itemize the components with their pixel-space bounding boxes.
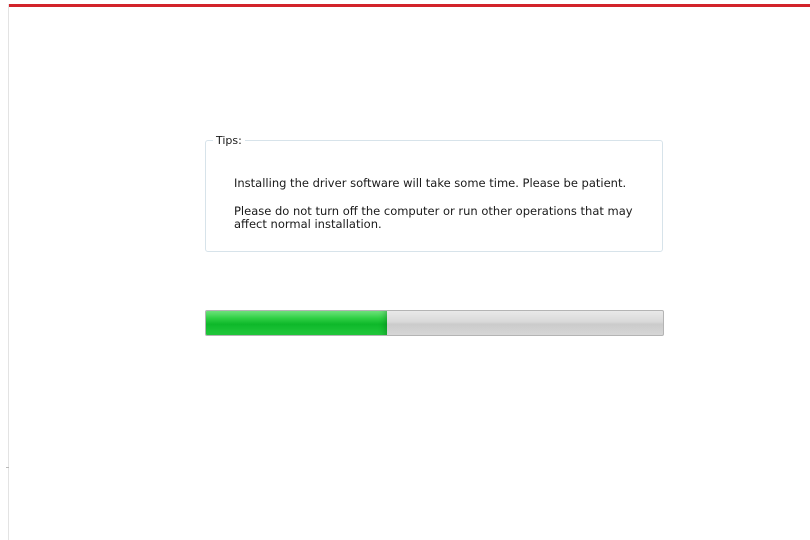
- install-progress-fill: [206, 311, 387, 335]
- installer-window: Tips: Installing the driver software wil…: [0, 0, 810, 540]
- install-progress-bar: [205, 310, 664, 336]
- tips-legend: Tips:: [213, 133, 245, 148]
- window-edge-mark: [6, 467, 9, 468]
- tips-groupbox: Tips: Installing the driver software wil…: [205, 133, 663, 252]
- tips-text-patience: Installing the driver software will take…: [234, 176, 627, 190]
- tips-text-warning: Please do not turn off the computer or r…: [234, 204, 633, 231]
- top-accent-bar: [8, 4, 810, 7]
- window-left-border: [8, 4, 9, 540]
